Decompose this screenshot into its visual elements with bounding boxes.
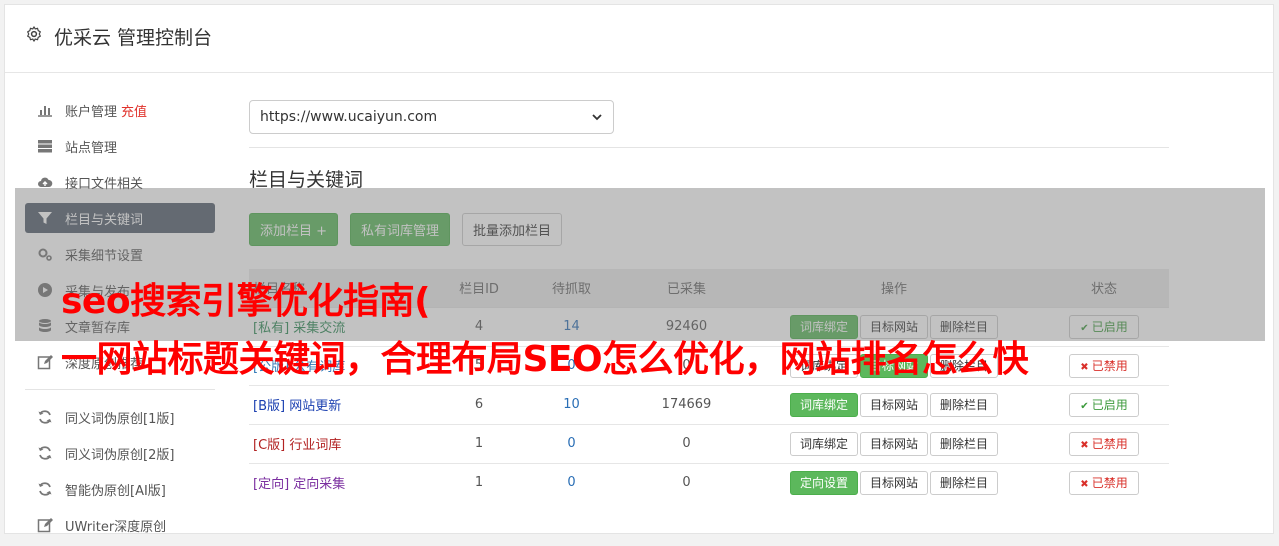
target-site-button[interactable]: 目标网站 (859, 392, 928, 417)
delete-column-button[interactable]: 删除栏目 (930, 431, 999, 456)
server-icon (37, 138, 53, 154)
site-select-value: https://www.ucaiyun.com (260, 109, 438, 125)
column-name-cell: [B版] 网站更新 (249, 384, 439, 424)
sidebar-item-label: 账户管理 (65, 104, 118, 120)
status-cell: ✖ 已禁用 (1039, 345, 1169, 385)
collected-count: 0 (624, 462, 749, 502)
column-tag: [定向] (253, 477, 290, 493)
sidebar-item-tools-3[interactable]: UWriter深度原创 (25, 510, 215, 540)
sidebar-item-items-0[interactable]: 账户管理 充值 (25, 95, 215, 125)
column-id: 1 (439, 462, 519, 502)
sidebar-item-label: UWriter深度原创 (65, 519, 167, 535)
column-name-cell: [C版] 行业词库 (249, 423, 439, 463)
column-name-link[interactable]: 行业词库 (289, 438, 341, 453)
refresh-icon (37, 445, 53, 461)
sidebar-item-label: 站点管理 (65, 140, 118, 156)
chevron-down-icon (592, 114, 602, 121)
divider (249, 147, 1169, 148)
refresh-icon (37, 481, 53, 497)
sidebar-item-tools-1[interactable]: 同义词伪原创[2版] (25, 438, 215, 468)
status-label: 已启用 (1091, 397, 1128, 412)
sidebar-item-items-1[interactable]: 站点管理 (25, 131, 215, 161)
status-label: 已禁用 (1091, 436, 1128, 451)
sidebar-item-label: 智能伪原创[AI版] (65, 483, 166, 499)
pending-count[interactable]: 0 (519, 462, 624, 502)
pending-count[interactable]: 0 (519, 423, 624, 463)
refresh-icon (37, 409, 53, 425)
header: 优采云 管理控制台 (5, 5, 1273, 73)
recharge-link[interactable]: 充值 (121, 101, 147, 120)
target-site-button[interactable]: 目标网站 (859, 431, 928, 456)
column-id: 6 (439, 384, 519, 424)
status-label: 已禁用 (1091, 475, 1128, 490)
status-cell: ✔ 已启用 (1039, 384, 1169, 424)
bar-chart-icon (37, 102, 53, 118)
gear-icon (27, 26, 41, 42)
column-id: 1 (439, 423, 519, 463)
column-name-link[interactable]: 网站更新 (289, 399, 341, 414)
actions-cell: 词库绑定 目标网站 删除栏目 (749, 384, 1039, 424)
status-toggle[interactable]: ✖ 已禁用 (1069, 470, 1139, 495)
column-name-cell: [定向] 定向采集 (249, 462, 439, 502)
edit-icon (37, 354, 53, 370)
status-toggle[interactable]: ✖ 已禁用 (1069, 353, 1139, 378)
site-select[interactable]: https://www.ucaiyun.com (249, 100, 614, 134)
column-tag: [C版] (253, 438, 286, 453)
actions-cell: 词库绑定 目标网站 删除栏目 (749, 423, 1039, 463)
collected-count: 174669 (624, 384, 749, 424)
table-row: [C版] 行业词库 1 0 0 词库绑定 目标网站 删除栏目 ✖ 已禁用 (249, 423, 1169, 463)
bind-lib-button[interactable]: 词库绑定 (789, 431, 858, 456)
check-icon: ✔ (1080, 400, 1092, 412)
sidebar-item-label: 同义词伪原创[2版] (65, 447, 175, 463)
page-title: 优采云 管理控制台 (54, 27, 213, 49)
delete-column-button[interactable]: 删除栏目 (930, 392, 999, 417)
cross-icon: ✖ (1080, 478, 1092, 490)
status-cell: ✖ 已禁用 (1039, 462, 1169, 502)
sidebar-item-label: 同义词伪原创[1版] (65, 411, 175, 427)
overlay-title-line-1: seo搜索引擎优化指南( (61, 281, 431, 322)
table-row: [定向] 定向采集 1 0 0 定向设置 目标网站 删除栏目 ✖ 已禁用 (249, 462, 1169, 502)
overlay-title-line-2: 一网站标题关键词，合理布局SEO怎么优化，网站排名怎么快 (61, 339, 1029, 380)
sidebar-item-tools-2[interactable]: 智能伪原创[AI版] (25, 474, 215, 504)
table-row: [B版] 网站更新 6 10 174669 词库绑定 目标网站 删除栏目 ✔ 已启用 (249, 384, 1169, 424)
actions-cell: 定向设置 目标网站 删除栏目 (749, 462, 1039, 502)
edit-icon (37, 517, 53, 533)
bind-lib-button[interactable]: 定向设置 (789, 470, 858, 495)
status-cell: ✖ 已禁用 (1039, 423, 1169, 463)
status-label: 已禁用 (1091, 358, 1128, 373)
cross-icon: ✖ (1080, 361, 1092, 373)
collected-count: 0 (624, 423, 749, 463)
status-toggle[interactable]: ✔ 已启用 (1069, 392, 1139, 417)
sidebar-divider (25, 389, 215, 390)
column-tag: [B版] (253, 399, 286, 414)
column-name-link[interactable]: 定向采集 (293, 477, 345, 492)
cross-icon: ✖ (1080, 439, 1092, 451)
status-toggle[interactable]: ✖ 已禁用 (1069, 431, 1139, 456)
bind-lib-button[interactable]: 词库绑定 (789, 392, 858, 417)
delete-column-button[interactable]: 删除栏目 (930, 470, 999, 495)
sidebar-item-tools-0[interactable]: 同义词伪原创[1版] (25, 402, 215, 432)
pending-count[interactable]: 10 (519, 384, 624, 424)
target-site-button[interactable]: 目标网站 (859, 470, 928, 495)
